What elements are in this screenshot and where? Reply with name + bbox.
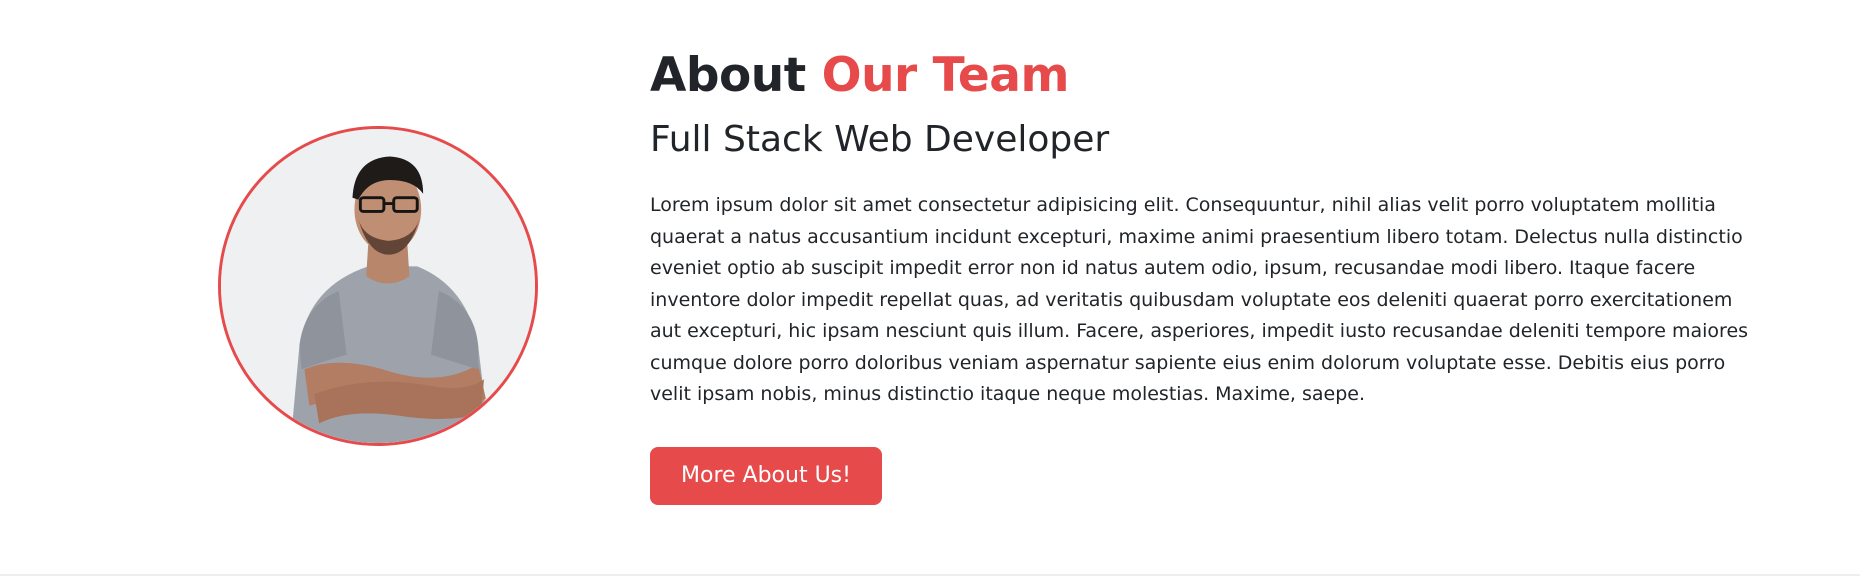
role-subtitle: Full Stack Web Developer: [650, 119, 1110, 160]
more-about-us-button[interactable]: More About Us!: [650, 446, 882, 505]
about-description: Lorem ipsum dolor sit amet consectetur a…: [650, 194, 1749, 405]
about-section: About Our Team Full Stack Web Developer …: [0, 0, 1860, 576]
team-member-photo: [218, 126, 538, 446]
section-title: About Our Team: [650, 44, 1760, 108]
about-content: About Our Team Full Stack Web Developer …: [650, 44, 1760, 505]
title-plain: About: [650, 48, 806, 103]
title-accent: Our Team: [821, 48, 1070, 103]
developer-portrait-image: [221, 129, 535, 443]
